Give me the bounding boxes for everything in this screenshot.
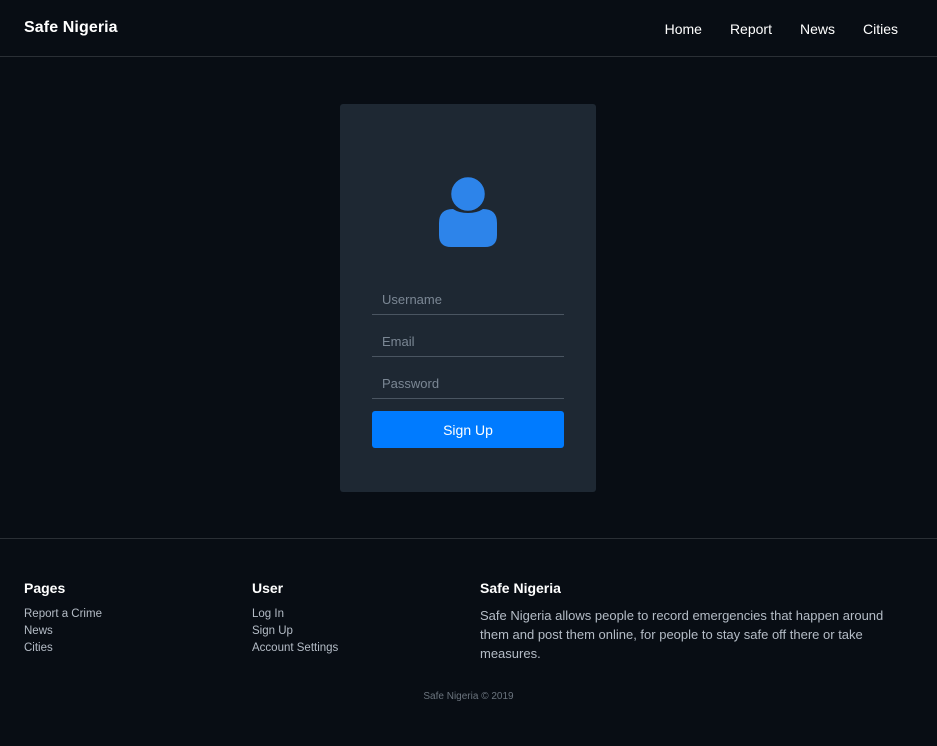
brand-logo[interactable]: Safe Nigeria <box>24 19 118 37</box>
username-field <box>372 284 564 315</box>
username-input[interactable] <box>372 284 564 314</box>
footer-link-cities[interactable]: Cities <box>24 642 53 654</box>
nav-link-home[interactable]: Home <box>665 21 702 37</box>
footer-user-title: User <box>252 580 284 596</box>
nav-link-news[interactable]: News <box>800 21 835 37</box>
user-icon <box>439 175 497 247</box>
footer-about-column: Safe Nigeria Safe Nigeria allows people … <box>480 580 910 663</box>
top-navbar: Safe Nigeria Home Report News Cities <box>0 0 937 57</box>
copyright-text: Safe Nigeria © 2019 <box>423 691 514 702</box>
footer-pages-title: Pages <box>24 580 66 596</box>
password-input[interactable] <box>372 368 564 398</box>
page-footer: Pages Report a Crime News Cities User Lo… <box>0 538 937 746</box>
footer-link-log-in[interactable]: Log In <box>252 608 284 620</box>
sign-up-button[interactable]: Sign Up <box>372 411 564 448</box>
email-field <box>372 326 564 357</box>
nav-link-cities[interactable]: Cities <box>863 21 898 37</box>
footer-about-text: Safe Nigeria allows people to record eme… <box>480 608 884 661</box>
footer-link-sign-up[interactable]: Sign Up <box>252 625 293 637</box>
footer-pages-column: Pages Report a Crime News Cities <box>24 580 102 657</box>
email-input[interactable] <box>372 326 564 356</box>
footer-about-title: Safe Nigeria <box>480 580 561 596</box>
nav-link-report[interactable]: Report <box>730 21 772 37</box>
footer-link-account-settings[interactable]: Account Settings <box>252 642 338 654</box>
footer-link-report-crime[interactable]: Report a Crime <box>24 608 102 620</box>
signup-card: Sign Up <box>340 104 596 492</box>
nav-links: Home Report News Cities <box>637 21 898 37</box>
footer-user-column: User Log In Sign Up Account Settings <box>252 580 338 657</box>
password-field <box>372 368 564 399</box>
footer-link-news[interactable]: News <box>24 625 53 637</box>
